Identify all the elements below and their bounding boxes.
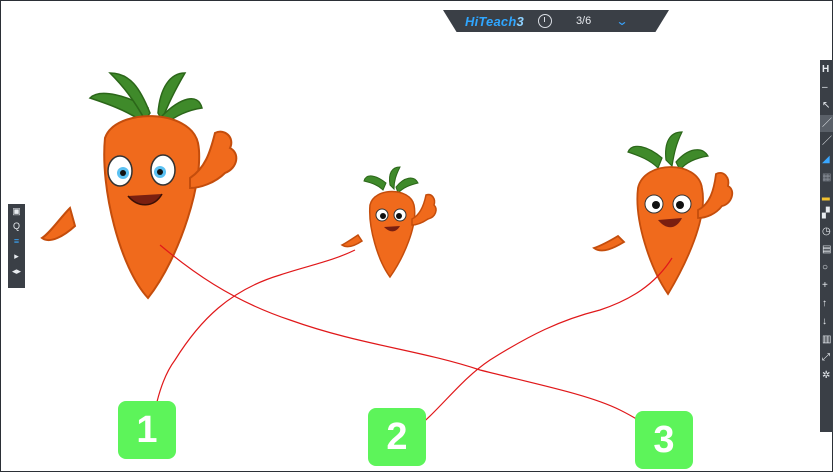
- carrot-large-image[interactable]: [30, 68, 245, 300]
- pen-icon[interactable]: ／: [820, 115, 833, 132]
- users-icon[interactable]: ▞: [820, 205, 833, 222]
- minus-icon[interactable]: –: [820, 79, 833, 96]
- number-tile-1[interactable]: 1: [118, 401, 176, 459]
- calendar-icon[interactable]: ▤: [820, 241, 833, 258]
- brand-logo: HiTeach3: [465, 13, 524, 29]
- fullscreen-icon[interactable]: ⤢: [820, 349, 833, 366]
- search-icon[interactable]: ○: [820, 259, 833, 276]
- number-tile-2[interactable]: 2: [368, 408, 426, 466]
- right-toolbar: H – ↖ ／ ／ ◢ ▦ ▂ ▞ ◷ ▤ ○ + ↑ ↓ ▥ ⤢ ✲: [820, 60, 833, 432]
- carrot-medium-image[interactable]: [590, 128, 740, 296]
- timer-icon[interactable]: ◷: [820, 223, 833, 240]
- page-indicator: 3/6: [575, 15, 592, 27]
- cursor-icon[interactable]: ↖: [820, 97, 833, 114]
- delete-icon[interactable]: ▥: [820, 331, 833, 348]
- carrot-small-image[interactable]: [338, 165, 438, 280]
- chevron-down-icon[interactable]: ⌄: [616, 14, 629, 28]
- down-arrow-icon[interactable]: ↓: [820, 313, 833, 330]
- grid-icon[interactable]: ▦: [820, 169, 833, 186]
- expand-icon[interactable]: ◂▸: [8, 264, 25, 279]
- hiteach-topbar: HiTeach3 3/6 ⌄: [443, 10, 669, 32]
- marker-icon[interactable]: ／: [820, 133, 833, 150]
- highlight-icon[interactable]: ▂: [820, 187, 833, 204]
- play-icon[interactable]: ▸: [8, 249, 25, 264]
- menu-icon[interactable]: ≡: [8, 234, 25, 249]
- hiteach-logo-icon[interactable]: H: [820, 61, 833, 78]
- clock-icon[interactable]: [537, 14, 552, 28]
- number-tile-3[interactable]: 3: [635, 411, 693, 469]
- plus-icon[interactable]: +: [820, 277, 833, 294]
- search-icon[interactable]: Q: [8, 219, 25, 234]
- eraser-icon[interactable]: ◢: [820, 151, 833, 168]
- screen-icon[interactable]: ▣: [8, 204, 25, 219]
- settings-icon[interactable]: ✲: [820, 367, 833, 384]
- left-toolbar: ▣ Q ≡ ▸ ◂▸: [8, 204, 25, 288]
- up-arrow-icon[interactable]: ↑: [820, 295, 833, 312]
